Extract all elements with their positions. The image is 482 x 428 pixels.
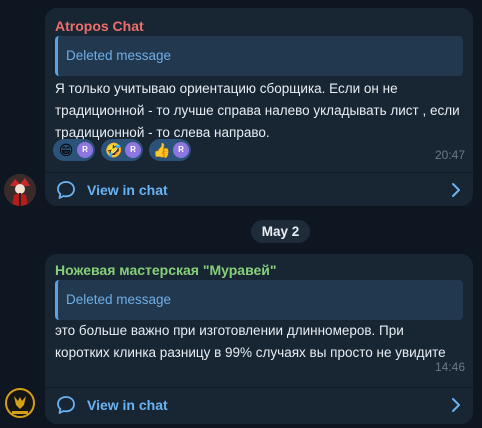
message-time: 20:47 — [434, 148, 465, 162]
reaction-chip[interactable]: 🤣 R — [101, 139, 143, 161]
reactor-avatar: R — [77, 142, 93, 158]
view-in-chat-button[interactable]: View in chat — [45, 388, 473, 422]
message-time: 14:46 — [434, 360, 465, 374]
reaction-emoji: 🤣 — [105, 142, 123, 158]
reply-preview[interactable]: Deleted message — [55, 280, 463, 320]
message-text-line: традиционной - то лучше справа налево ук… — [55, 103, 460, 118]
avatar-image — [4, 174, 36, 206]
message-text: это больше важно при изготовлении длинно… — [55, 320, 467, 364]
reaction-chip[interactable]: 😁 R — [53, 139, 95, 161]
message-bubble[interactable]: Atropos Chat Deleted message Я только уч… — [45, 8, 473, 206]
chevron-right-icon — [452, 183, 460, 197]
sender-name[interactable]: Atropos Chat — [55, 18, 144, 34]
reactions-bar: 😁 R 🤣 R 👍 R — [53, 139, 191, 161]
reply-preview[interactable]: Deleted message — [55, 36, 463, 76]
view-in-chat-button[interactable]: View in chat — [45, 173, 473, 207]
avatar[interactable] — [4, 174, 36, 206]
reaction-emoji: 😁 — [58, 142, 74, 158]
message-text-line: это больше важно при изготовлении длинно… — [55, 323, 404, 338]
sender-name[interactable]: Ножевая мастерская "Муравей" — [55, 262, 277, 278]
view-in-chat-label: View in chat — [87, 182, 168, 198]
chevron-right-icon — [452, 398, 460, 412]
avatar-image — [4, 387, 36, 419]
view-in-chat-label: View in chat — [87, 397, 168, 413]
reactor-avatar: R — [125, 142, 141, 158]
message-text-line: коротких клинка разницу в 99% случаях вы… — [55, 345, 446, 360]
message-bubble[interactable]: Ножевая мастерская "Муравей" Deleted mes… — [45, 254, 473, 424]
chat-bubble-icon — [57, 396, 75, 414]
date-separator: May 2 — [251, 220, 310, 243]
avatar[interactable] — [4, 387, 36, 419]
message-text: Я только учитываю ориентацию сборщика. Е… — [55, 78, 467, 144]
reactor-avatar: R — [173, 142, 189, 158]
message-text-line: Я только учитываю ориентацию сборщика. Е… — [55, 81, 398, 96]
reaction-emoji: 👍 — [153, 142, 171, 158]
chat-bubble-icon — [57, 181, 75, 199]
reaction-chip[interactable]: 👍 R — [149, 139, 191, 161]
